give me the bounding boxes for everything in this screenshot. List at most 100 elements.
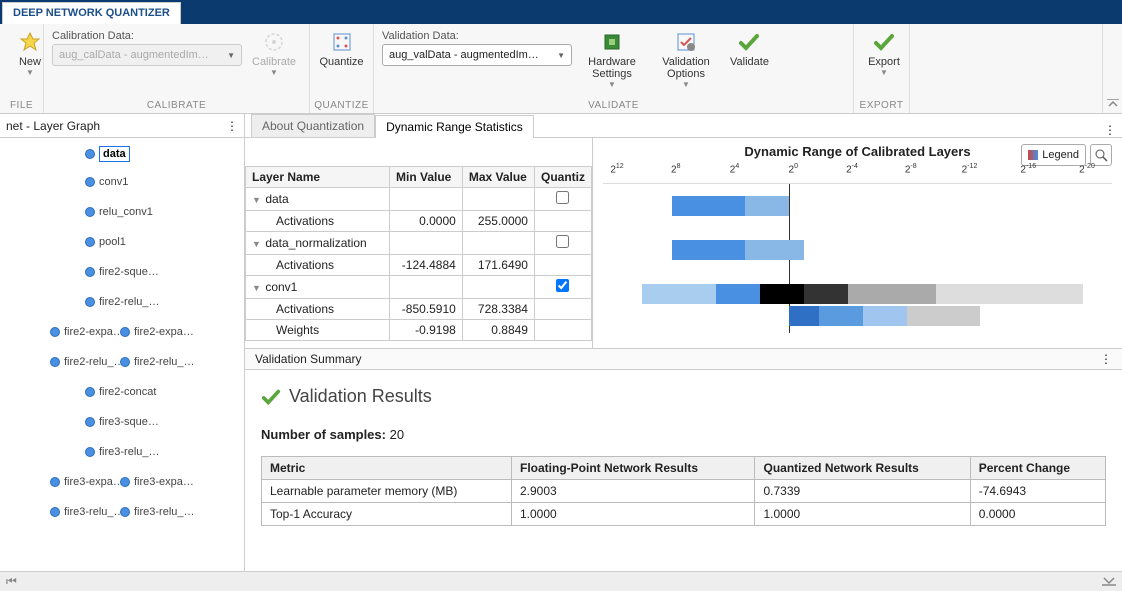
axis-tick: 24 [730, 163, 739, 175]
node-label: fire3-relu_… [134, 506, 195, 518]
node-label: fire3-relu_… [99, 446, 160, 458]
title-bar: DEEP NETWORK QUANTIZER [0, 0, 1122, 24]
stats-sub-row: Weights-0.91980.8849 [246, 320, 592, 341]
validation-data-label: Validation Data: [382, 30, 572, 42]
node-label: fire2-expa… [134, 326, 194, 338]
node-label: fire2-expa… [64, 326, 124, 338]
node-label: fire3-expa… [64, 476, 124, 488]
layer-graph[interactable]: data conv1 relu_conv1 pool1 fire2-sque… fire2… [0, 138, 244, 571]
node-label: fire2-sque… [99, 266, 159, 278]
layer-node[interactable]: fire3-relu_… [50, 506, 125, 518]
target-icon [262, 30, 286, 54]
node-label: fire3-expa… [134, 476, 194, 488]
tabs-menu[interactable]: ⋮ [1104, 123, 1122, 137]
validate-button[interactable]: Validate [726, 28, 773, 70]
node-label: fire3-sque… [99, 416, 159, 428]
axis-tick: 20 [789, 163, 798, 175]
quantize-button[interactable]: Quantize [318, 28, 365, 70]
node-label: fire2-concat [99, 386, 156, 398]
layer-node[interactable]: fire3-relu_… [85, 446, 160, 458]
go-to-start-icon[interactable]: ⏮ [6, 574, 17, 589]
right-tabs: About Quantization Dynamic Range Statist… [245, 114, 1122, 138]
node-circle-icon [85, 297, 95, 307]
ribbon: New ▼ FILE Calibration Data: aug_calData… [0, 24, 1122, 114]
check-icon [737, 30, 761, 54]
node-circle-icon [85, 267, 95, 277]
stats-sub-row: Activations-850.5910728.3384 [246, 299, 592, 320]
chevron-down-icon: ▼ [270, 68, 278, 77]
chart-segment [848, 284, 936, 304]
layer-node[interactable]: fire3-sque… [85, 416, 159, 428]
layer-node[interactable]: fire2-expa… [50, 326, 124, 338]
stats-sub-row: Activations0.0000255.0000 [246, 211, 592, 232]
quantize-checkbox[interactable] [556, 235, 569, 248]
node-label: fire2-relu_… [64, 356, 125, 368]
check-icon [261, 387, 281, 407]
validation-data-select[interactable]: aug_valData - augmentedIm… ▼ [382, 44, 572, 66]
layer-node[interactable]: conv1 [85, 176, 128, 188]
collapse-down-icon[interactable] [1102, 575, 1116, 589]
stats-group-row[interactable]: ▼ data_normalization [246, 232, 592, 255]
hardware-settings-button[interactable]: Hardware Settings ▼ [578, 28, 646, 91]
node-circle-icon [85, 387, 95, 397]
calibration-data-select[interactable]: aug_calData - augmentedIm… ▼ [52, 44, 242, 66]
layer-node[interactable]: relu_conv1 [85, 206, 153, 218]
tab-about-quantization[interactable]: About Quantization [251, 114, 375, 137]
layer-node[interactable]: fire2-expa… [120, 326, 194, 338]
chart-segment [936, 284, 1083, 304]
chevron-down-icon: ▼ [227, 51, 235, 60]
layer-node[interactable]: fire2-sque… [85, 266, 159, 278]
gear-check-icon [674, 30, 698, 54]
quantize-checkbox[interactable] [556, 279, 569, 292]
calibrate-button[interactable]: Calibrate ▼ [248, 28, 300, 79]
status-bar: ⏮ [0, 571, 1122, 591]
node-circle-icon [85, 207, 95, 217]
layer-node[interactable]: fire3-expa… [50, 476, 124, 488]
node-label: fire2-relu_… [99, 296, 160, 308]
chart-segment [745, 240, 804, 260]
ribbon-collapse-button[interactable] [1102, 24, 1122, 113]
axis-tick: 212 [610, 163, 623, 175]
layer-node[interactable]: data [85, 146, 130, 162]
axis-tick: 2-16 [1020, 163, 1036, 175]
layer-node[interactable]: fire2-relu_… [120, 356, 195, 368]
stats-table[interactable]: Layer NameMin ValueMax ValueQuantiz▼ dat… [245, 166, 592, 341]
layer-graph-menu[interactable]: ⋮ [226, 119, 238, 133]
node-label: pool1 [99, 236, 126, 248]
validation-options-button[interactable]: Validation Options ▼ [652, 28, 720, 91]
layer-node[interactable]: fire3-expa… [120, 476, 194, 488]
layer-node[interactable]: fire3-relu_… [120, 506, 195, 518]
app-title-tab: DEEP NETWORK QUANTIZER [2, 2, 181, 24]
node-circle-icon [50, 477, 60, 487]
quantize-checkbox[interactable] [556, 191, 569, 204]
node-label: conv1 [99, 176, 128, 188]
stats-group-row[interactable]: ▼ conv1 [246, 276, 592, 299]
axis-tick: 2-12 [962, 163, 978, 175]
node-circle-icon [120, 477, 130, 487]
layer-node[interactable]: pool1 [85, 236, 126, 248]
calibration-data-label: Calibration Data: [52, 30, 242, 42]
layer-graph-pane: net - Layer Graph ⋮ data conv1 relu_conv1p… [0, 114, 245, 571]
layer-graph-title: net - Layer Graph [6, 119, 100, 133]
results-row: Learnable parameter memory (MB)2.90030.7… [262, 480, 1106, 503]
node-circle-icon [85, 177, 95, 187]
dynamic-range-chart: Dynamic Range of Calibrated Layers Legen… [593, 138, 1122, 348]
chart-segment [745, 196, 789, 216]
node-circle-icon [85, 149, 95, 159]
layer-node[interactable]: fire2-relu_… [85, 296, 160, 308]
layer-node[interactable]: fire2-concat [85, 386, 156, 398]
node-circle-icon [50, 327, 60, 337]
chevron-down-icon: ▼ [557, 51, 565, 60]
layer-node[interactable]: fire2-relu_… [50, 356, 125, 368]
node-label: fire3-relu_… [64, 506, 125, 518]
stats-group-row[interactable]: ▼ data [246, 188, 592, 211]
axis-tick: 2-8 [905, 163, 917, 175]
samples-label: Number of samples: [261, 427, 386, 442]
validation-summary-menu[interactable]: ⋮ [1100, 352, 1112, 366]
tab-dynamic-range-stats[interactable]: Dynamic Range Statistics [375, 115, 534, 138]
node-circle-icon [120, 507, 130, 517]
validation-results-table: MetricFloating-Point Network ResultsQuan… [261, 456, 1106, 526]
export-button[interactable]: Export ▼ [862, 28, 906, 79]
stats-sub-row: Activations-124.4884171.6490 [246, 255, 592, 276]
legend-swatch-icon [1028, 150, 1038, 160]
